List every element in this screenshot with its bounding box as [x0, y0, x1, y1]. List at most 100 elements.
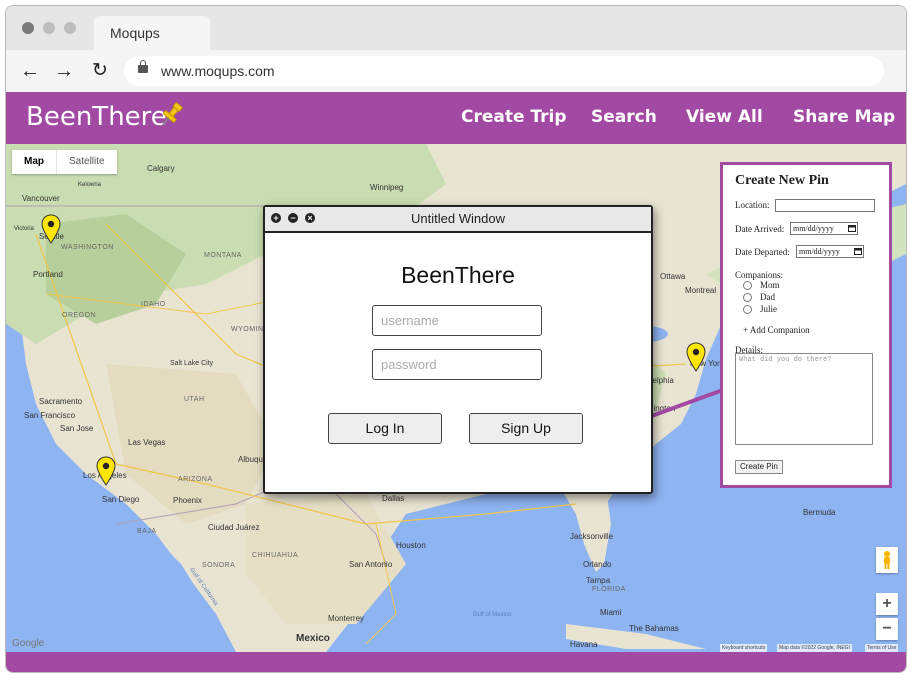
create-pin-title: Create New Pin [735, 173, 829, 188]
map-label-san-diego: San Diego [102, 495, 140, 504]
date-arrived-placeholder: mm/dd/yyyy [793, 224, 834, 233]
map-label-portland: Portland [33, 270, 63, 279]
map-label-ottawa: Ottawa [660, 272, 686, 281]
map-label-vancouver: Vancouver [22, 194, 60, 203]
zoom-out-button[interactable]: − [876, 618, 898, 640]
map-label-mexico: Mexico [296, 633, 330, 644]
reload-icon[interactable]: ↻ [88, 59, 112, 83]
minimize-window-dot[interactable] [43, 22, 55, 34]
map-label-kelowna: Kelowna [78, 182, 102, 188]
username-placeholder: username [381, 313, 439, 328]
map-label-salt-lake-city: Salt Lake City [170, 360, 214, 367]
login-app-title: BeenThere [401, 262, 515, 288]
map-label-arizona: ARIZONA [178, 476, 213, 483]
map-label-houston: Houston [396, 541, 426, 550]
map-label-gulf-of-mexico: Gulf of Mexico [472, 612, 512, 618]
back-arrow-icon[interactable]: ← [18, 59, 42, 83]
nav-search[interactable]: Search [591, 107, 657, 127]
login-window: + − × Untitled Window BeenThere username… [263, 205, 653, 494]
address-bar-row: ← → ↻ www.moqups.com [6, 50, 906, 92]
map-label-idaho: IDAHO [141, 301, 166, 308]
date-departed-placeholder: mm/dd/yyyy [799, 247, 840, 256]
map-label-san-jose: San Jose [60, 424, 94, 433]
map-label-baja: BAJA [137, 528, 157, 535]
password-placeholder: password [381, 357, 437, 372]
forward-arrow-icon[interactable]: → [52, 59, 76, 83]
map-label-san-francisco: San Francisco [24, 411, 76, 420]
lock-icon [138, 60, 148, 73]
map-label-ciudad-juarez: Ciudad Juárez [208, 523, 260, 532]
map-pin-icon[interactable] [41, 214, 61, 244]
map-label-winnipeg: Winnipeg [370, 183, 404, 192]
app-footer-bar [6, 652, 906, 672]
companion-radio-mom[interactable] [743, 281, 752, 290]
nav-view-all[interactable]: View All [686, 107, 763, 127]
map-label-san-antonio: San Antonio [349, 560, 393, 569]
nav-create-trip[interactable]: Create Trip [461, 107, 567, 127]
create-pin-button[interactable]: Create Pin [735, 460, 783, 474]
map-label-calgary: Calgary [147, 164, 175, 173]
companion-label-julie: Julie [760, 304, 777, 314]
pushpin-icon [162, 102, 183, 126]
browser-tab[interactable]: Moqups [94, 16, 210, 50]
map-type-toggle: Map Satellite [12, 150, 117, 174]
password-input[interactable]: password [372, 349, 542, 380]
map-label-sacramento: Sacramento [39, 397, 83, 406]
map-label-sonora: SONORA [202, 562, 236, 569]
map-label-montreal: Montreal [685, 286, 717, 295]
location-input[interactable] [775, 199, 875, 212]
location-label: Location: [735, 200, 770, 210]
map-label-bermuda: Bermuda [803, 508, 836, 517]
maximize-window-dot[interactable] [64, 22, 76, 34]
username-input[interactable]: username [372, 305, 542, 336]
map-label-monterrey: Monterrey [328, 614, 365, 623]
details-placeholder: What did you do there? [739, 356, 832, 364]
companion-radio-dad[interactable] [743, 293, 752, 302]
companion-label-dad: Dad [760, 292, 775, 302]
keyboard-shortcuts-link[interactable]: Keyboard shortcuts [720, 644, 768, 652]
companion-radio-julie[interactable] [743, 305, 752, 314]
tab-title: Moqups [110, 25, 160, 41]
url-text: www.moqups.com [161, 63, 275, 79]
url-field[interactable]: www.moqups.com [124, 56, 884, 86]
street-view-pegman-icon[interactable] [876, 547, 898, 573]
details-textarea[interactable]: What did you do there? [735, 353, 873, 445]
map-label-victoria: Victoria [14, 226, 34, 232]
map-label-oregon: OREGON [62, 312, 97, 319]
google-logo: Google [12, 638, 45, 649]
app-logo-text[interactable]: BeenThere [26, 102, 167, 132]
map-label-havana: Havana [570, 640, 598, 649]
add-companion-link[interactable]: + Add Companion [743, 325, 810, 335]
companion-label-mom: Mom [760, 280, 780, 290]
map-label-jacksonville: Jacksonville [570, 532, 614, 541]
map-type-satellite-button[interactable]: Satellite [57, 150, 117, 174]
date-arrived-label: Date Arrived: [735, 224, 785, 234]
map-pin-icon[interactable] [96, 456, 116, 486]
map-label-phoenix: Phoenix [173, 496, 202, 505]
browser-window: Moqups ← → ↻ www.moqups.com BeenThere Cr… [5, 5, 907, 673]
calendar-icon[interactable] [854, 247, 862, 255]
terms-of-use-link[interactable]: Terms of Use [865, 644, 899, 652]
map-label-washington: WASHINGTON [61, 244, 114, 251]
log-in-button[interactable]: Log In [328, 413, 442, 444]
browser-tab-bar: Moqups [6, 6, 906, 50]
close-window-dot[interactable] [22, 22, 34, 34]
create-pin-panel: Create New Pin Location: Date Arrived: m… [720, 162, 892, 488]
sign-up-button[interactable]: Sign Up [469, 413, 583, 444]
map-label-las-vegas: Las Vegas [128, 438, 166, 447]
map-label-orlando: Orlando [583, 560, 612, 569]
companions-label: Companions: [735, 270, 784, 280]
login-window-titlebar[interactable]: + − × Untitled Window [265, 207, 651, 233]
zoom-in-button[interactable]: + [876, 593, 898, 615]
map-label-tampa: Tampa [586, 576, 611, 585]
map-type-map-button[interactable]: Map [12, 150, 57, 174]
map-label-chihuahua: CHIHUAHUA [252, 552, 299, 559]
map-label-florida: FLORIDA [592, 586, 626, 593]
nav-share-map[interactable]: Share Map [793, 107, 895, 127]
map-pin-icon[interactable] [686, 342, 706, 372]
map-label-miami: Miami [600, 608, 622, 617]
map-label-dallas: Dallas [382, 494, 405, 503]
map-label-the-bahamas: The Bahamas [629, 624, 679, 633]
calendar-icon[interactable] [848, 224, 856, 232]
map-label-utah: UTAH [184, 396, 205, 403]
